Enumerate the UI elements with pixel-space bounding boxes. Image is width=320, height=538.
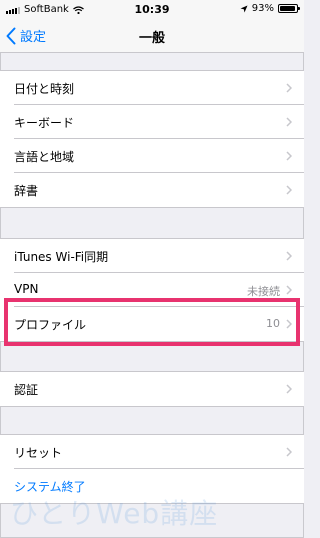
row-dictionary[interactable]: 辞書 xyxy=(0,173,304,207)
battery-percent: 93% xyxy=(251,3,274,14)
row-label: キーボード xyxy=(14,116,75,130)
row-itunes-wifi-sync[interactable]: iTunes Wi-Fi同期 xyxy=(0,239,304,273)
row-label: 日付と時刻 xyxy=(14,82,75,96)
row-label: 辞書 xyxy=(14,184,39,198)
row-label: リセット xyxy=(14,446,63,460)
row-keyboard[interactable]: キーボード xyxy=(0,105,304,139)
settings-group-date-keyboard: 日付と時刻 キーボード 言語と地域 辞書 xyxy=(0,70,304,208)
chevron-right-icon xyxy=(286,447,292,457)
row-label: VPN xyxy=(14,282,39,296)
page-title: 一般 xyxy=(138,31,165,46)
row-reset[interactable]: リセット xyxy=(0,435,304,469)
status-bar: SoftBank 10:39 93% xyxy=(0,0,304,20)
row-language-region[interactable]: 言語と地域 xyxy=(0,139,304,173)
chevron-right-icon xyxy=(286,384,292,394)
site-watermark: ひとりWeb講座 xyxy=(10,497,219,530)
row-label: 認証 xyxy=(14,383,39,397)
navigation-bar: 設定 一般 xyxy=(0,20,304,53)
settings-group-certification: 認証 xyxy=(0,371,304,407)
location-arrow-icon xyxy=(240,5,248,12)
profile-highlight-box xyxy=(4,298,300,346)
chevron-right-icon xyxy=(286,251,292,261)
chevron-right-icon xyxy=(286,285,292,295)
row-date-time[interactable]: 日付と時刻 xyxy=(0,71,304,105)
row-certification[interactable]: 認証 xyxy=(0,372,304,406)
status-right: 93% xyxy=(240,3,300,14)
row-label: iTunes Wi-Fi同期 xyxy=(14,250,109,264)
vpn-status-value: 未接続 xyxy=(247,285,280,298)
row-label: 言語と地域 xyxy=(14,150,75,164)
chevron-right-icon xyxy=(286,185,292,195)
chevron-right-icon xyxy=(286,83,292,93)
battery-icon xyxy=(278,4,300,13)
chevron-right-icon xyxy=(286,117,292,127)
chevron-right-icon xyxy=(286,151,292,161)
